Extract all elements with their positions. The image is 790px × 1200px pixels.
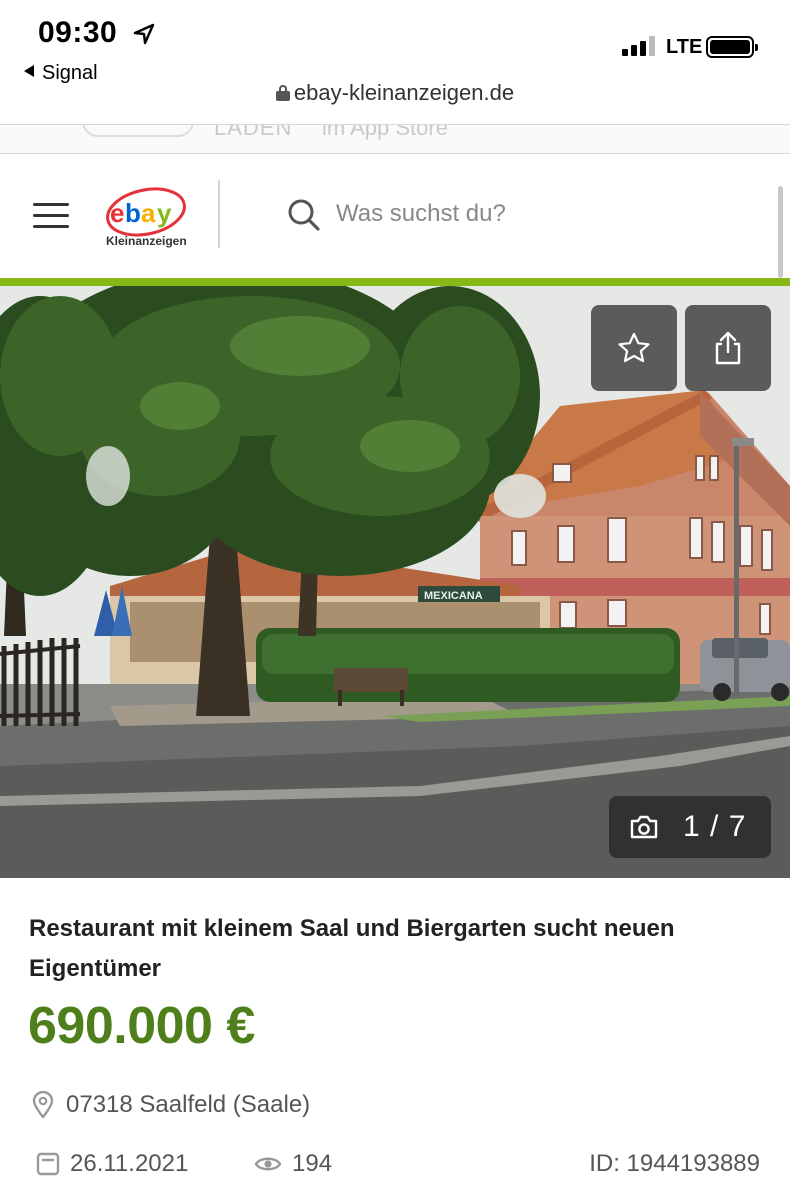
eye-icon	[254, 1157, 282, 1171]
header-accent-line	[0, 278, 790, 286]
location-text: 07318 Saalfeld (Saale)	[66, 1091, 311, 1118]
restaurant-sign: MEXICANA	[424, 590, 483, 602]
app-store-banner: LADEN im App Store	[0, 124, 790, 154]
svg-text:b: b	[125, 198, 140, 228]
ad-id: ID: 1944193889	[589, 1148, 760, 1180]
views-count: 194	[292, 1150, 333, 1177]
svg-text:a: a	[141, 198, 156, 228]
ad-meta-row: 26.11.2021 194 ID: 1944193889	[36, 1148, 766, 1180]
image-counter-text: 1 / 7	[683, 810, 747, 843]
ad-date: 26.11.2021	[36, 1148, 188, 1180]
share-icon	[715, 331, 741, 365]
address-bar[interactable]: ebay-kleinanzeigen.de	[0, 80, 790, 124]
battery-icon	[706, 36, 758, 58]
site-header: e b a y Kleinanzeigen	[0, 154, 790, 278]
status-time: 09:30	[38, 16, 118, 49]
page-scrollbar[interactable]	[778, 186, 783, 278]
ad-id-text: ID: 1944193889	[589, 1150, 760, 1177]
app-banner-text-left: LADEN	[214, 124, 293, 140]
search-input[interactable]	[336, 192, 746, 236]
map-pin-icon	[32, 1091, 54, 1119]
network-type: LTE	[666, 36, 703, 58]
camera-icon	[630, 815, 658, 839]
star-icon	[618, 332, 650, 363]
svg-text:y: y	[157, 198, 172, 228]
status-bar: 09:30 Signal LTE	[0, 0, 790, 88]
image-counter[interactable]: 1 / 7	[609, 796, 771, 858]
ad-views: 194	[254, 1148, 332, 1180]
app-banner-text-right: im App Store	[322, 124, 448, 140]
back-triangle-icon	[24, 65, 34, 77]
cellular-signal-icon	[622, 36, 658, 56]
lock-icon	[275, 85, 290, 101]
search-icon[interactable]	[287, 198, 321, 232]
svg-text:e: e	[110, 198, 124, 228]
date-text: 26.11.2021	[70, 1150, 189, 1177]
menu-icon[interactable]	[33, 203, 69, 229]
favorite-button[interactable]	[591, 305, 677, 391]
calendar-icon	[36, 1152, 60, 1176]
location-arrow-icon	[133, 23, 155, 45]
header-divider	[218, 180, 220, 248]
url-text: ebay-kleinanzeigen.de	[293, 80, 515, 105]
ad-location[interactable]: 07318 Saalfeld (Saale)	[32, 1090, 310, 1120]
share-button[interactable]	[685, 305, 771, 391]
app-banner-button[interactable]	[82, 125, 194, 137]
ad-title: Restaurant mit kleinem Saal und Biergart…	[29, 915, 675, 982]
ad-image-gallery[interactable]: MEXICANA 1 / 7	[0, 286, 790, 878]
logo-subtitle: Kleinanzeigen	[106, 234, 187, 248]
ad-price: 690.000 €	[28, 997, 255, 1055]
